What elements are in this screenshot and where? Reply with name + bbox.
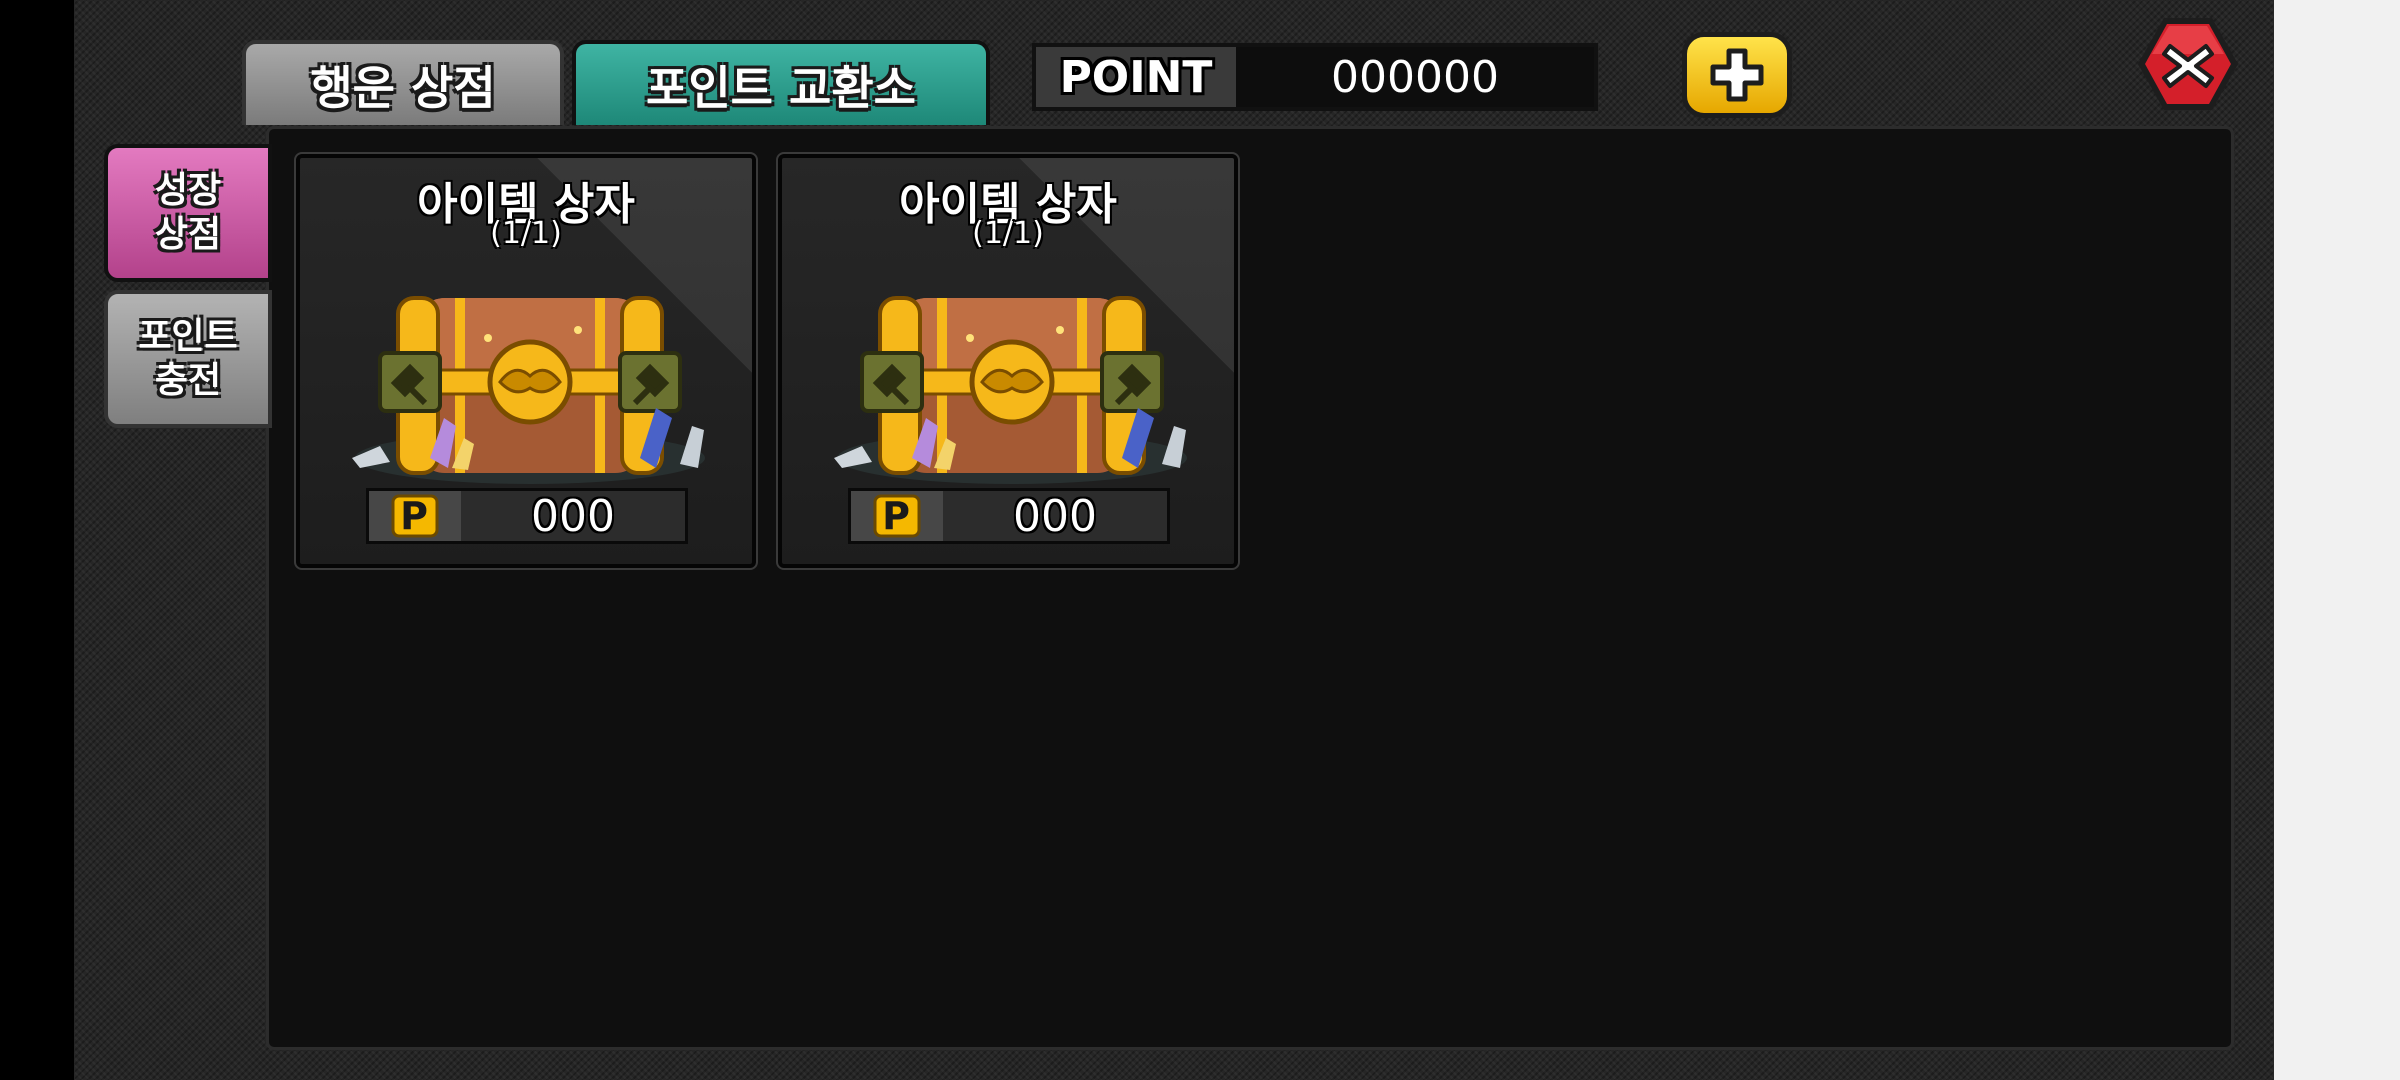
screen: 행운 상점 포인트 교환소 POINT 000000 성장 상점 포인트 충전 …: [0, 0, 2400, 1080]
side-tab-growth-shop-label: 성장 상점: [154, 170, 222, 255]
side-tab-point-charge[interactable]: 포인트 충전: [104, 290, 272, 428]
currency-letter: P: [882, 494, 910, 538]
item-stock: (1/1): [490, 216, 562, 251]
plus-icon: [1710, 48, 1764, 102]
tab-lucky-shop[interactable]: 행운 상점: [242, 40, 564, 125]
left-black-bar: [0, 0, 74, 1080]
point-coin-icon: P: [369, 491, 461, 541]
add-point-button[interactable]: [1682, 32, 1792, 118]
point-coin-icon: P: [851, 491, 943, 541]
tab-point-exchange[interactable]: 포인트 교환소: [572, 40, 990, 125]
point-value: 000000: [1236, 47, 1594, 107]
side-tab-growth-shop[interactable]: 성장 상점: [104, 144, 272, 282]
close-button[interactable]: [2134, 14, 2242, 114]
item-price: 000: [1013, 490, 1097, 542]
treasure-chest-icon: [834, 296, 1187, 484]
close-icon: [2138, 18, 2238, 110]
item-price: 000: [531, 490, 615, 542]
currency-letter: P: [400, 494, 428, 538]
right-margin: [2274, 0, 2400, 1080]
item-card[interactable]: 아이템 상자 (1/1) P 000: [294, 152, 758, 570]
side-tab-point-charge-label: 포인트 충전: [138, 316, 238, 401]
item-stock: (1/1): [972, 216, 1044, 251]
tab-point-exchange-label: 포인트 교환소: [646, 60, 916, 115]
point-label: POINT: [1059, 51, 1213, 103]
treasure-chest-icon: [352, 296, 705, 484]
price-bar: P 000: [848, 488, 1170, 544]
point-balance: POINT 000000: [1032, 43, 1598, 111]
tab-lucky-shop-label: 행운 상점: [310, 60, 496, 115]
price-bar: P 000: [366, 488, 688, 544]
item-card[interactable]: 아이템 상자 (1/1) P 000: [776, 152, 1240, 570]
